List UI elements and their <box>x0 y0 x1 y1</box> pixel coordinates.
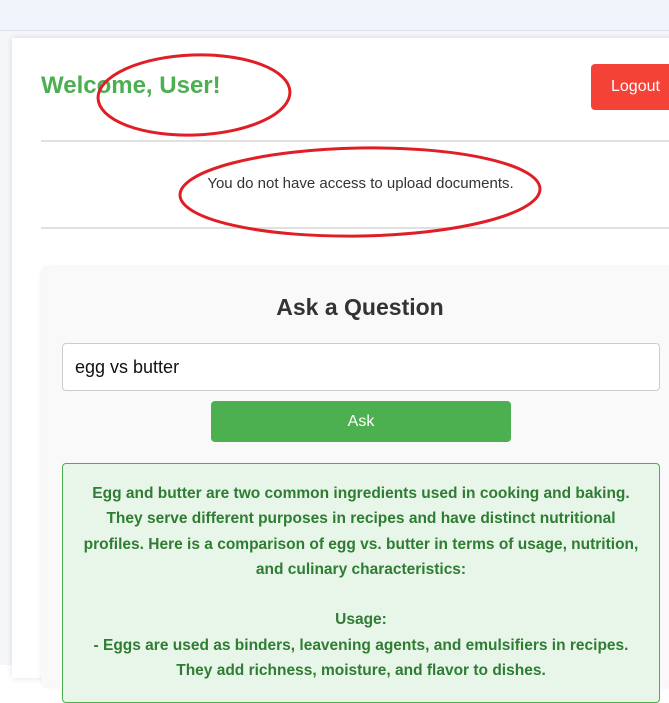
answer-blank-line <box>81 582 641 607</box>
answer-bullet-eggs-continued: They add richness, moisture, and flavor … <box>176 662 546 680</box>
question-panel-title: Ask a Question <box>276 294 444 320</box>
logout-button[interactable]: Logout <box>591 64 669 110</box>
answer-box: Egg and butter are two common ingredient… <box>62 463 660 703</box>
notice-divider <box>41 227 669 229</box>
welcome-heading: Welcome, User! <box>41 72 221 99</box>
upload-access-notice-text: You do not have access to upload documen… <box>207 175 514 192</box>
answer-bullet-eggs: - Eggs are used as binders, leavening ag… <box>93 636 629 654</box>
question-input[interactable] <box>62 343 660 391</box>
browser-top-strip <box>0 0 669 31</box>
ask-button[interactable]: Ask <box>211 401 511 442</box>
answer-paragraph-intro: Egg and butter are two common ingredient… <box>83 485 639 578</box>
header-divider <box>41 140 669 142</box>
upload-access-notice: You do not have access to upload documen… <box>41 175 669 192</box>
answer-section-heading: Usage: <box>335 611 387 629</box>
